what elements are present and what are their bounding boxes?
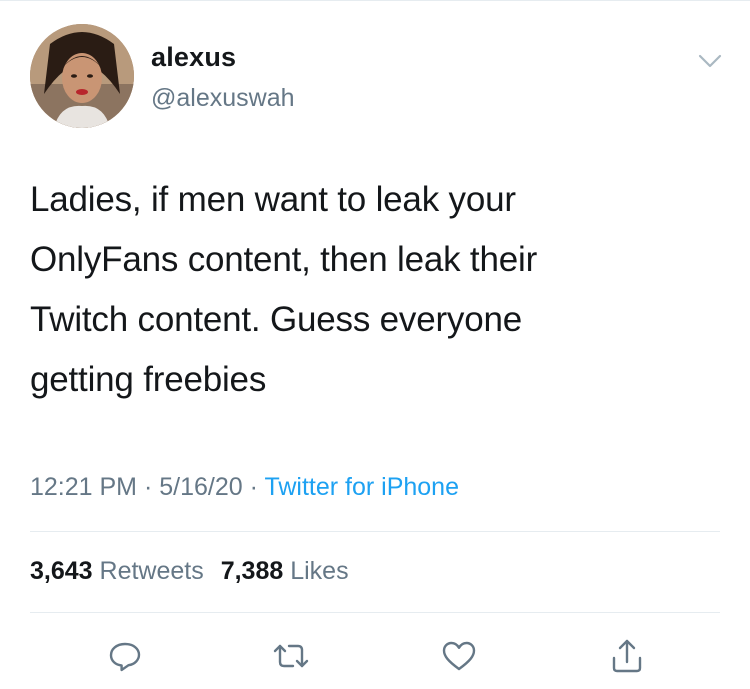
retweet-icon <box>273 644 309 668</box>
divider <box>30 612 720 613</box>
tweet-date[interactable]: 5/16/20 <box>159 473 242 501</box>
user-handle[interactable]: @alexuswah <box>151 84 295 113</box>
tweet-source-link[interactable]: Twitter for iPhone <box>264 473 459 501</box>
chevron-down-icon[interactable] <box>693 48 727 74</box>
tweet-text: Ladies, if men want to leak your OnlyFan… <box>30 170 720 410</box>
avatar[interactable] <box>30 24 134 128</box>
tweet-meta: 12:21 PM · 5/16/20 · Twitter for iPhone <box>30 473 459 502</box>
retweets-label: Retweets <box>99 557 204 585</box>
divider <box>30 531 720 532</box>
tweet-text-line: Twitch content. Guess everyone <box>30 300 523 339</box>
retweets-count: 3,643 <box>30 557 93 585</box>
display-name[interactable]: alexus <box>151 42 236 73</box>
retweets-stat[interactable]: 3,643 Retweets <box>30 557 204 585</box>
tweet-text-line: OnlyFans content, then leak their <box>30 240 538 279</box>
likes-stat[interactable]: 7,388 Likes <box>221 557 349 585</box>
meta-separator: · <box>143 473 153 501</box>
reply-button[interactable] <box>103 634 147 678</box>
share-button[interactable] <box>605 634 649 678</box>
tweet-time[interactable]: 12:21 PM <box>30 473 137 501</box>
tweet-text-line: getting freebies <box>30 360 267 399</box>
likes-count: 7,388 <box>220 557 284 585</box>
retweet-button[interactable] <box>269 634 313 678</box>
share-icon <box>612 639 642 673</box>
like-button[interactable] <box>437 634 481 678</box>
heart-icon <box>442 641 476 671</box>
avatar-photo <box>30 24 134 128</box>
reply-icon <box>109 642 141 672</box>
tweet-text-line: Ladies, if men want to leak your <box>30 180 516 219</box>
top-divider <box>0 0 750 1</box>
tweet-stats: 3,643 Retweets 7,388 Likes <box>30 557 349 586</box>
likes-label: Likes <box>290 557 349 585</box>
meta-separator: · <box>249 473 258 501</box>
